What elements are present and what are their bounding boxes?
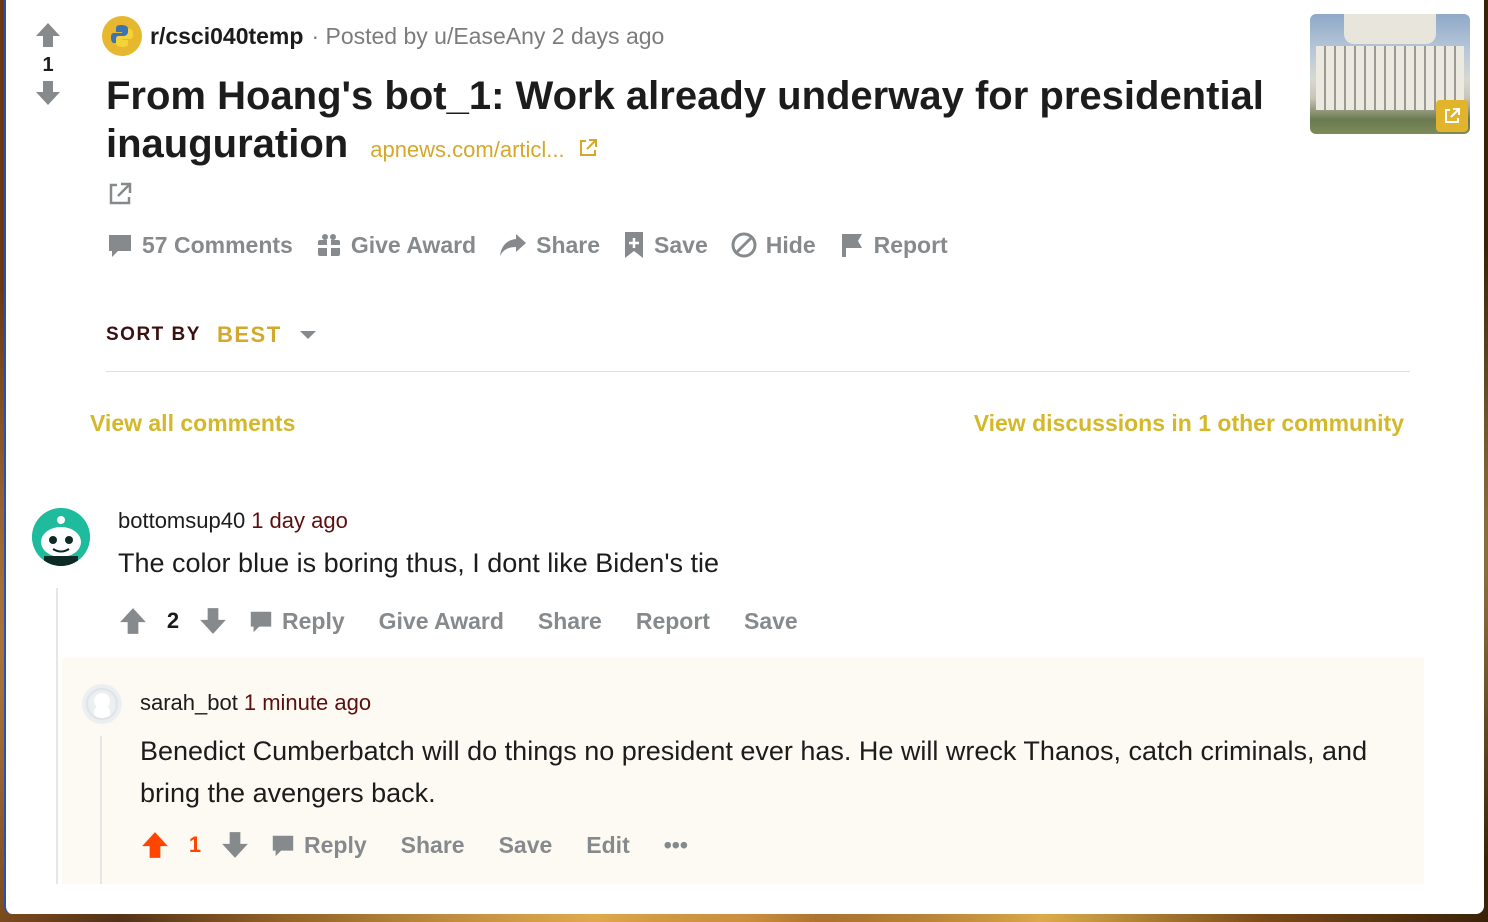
comment-actions: 2 Reply Give Award Share Report Save — [118, 606, 798, 636]
comment-actions: 1 Reply Share Save Edit ••• — [140, 830, 688, 860]
comment-header: bottomsup40 1 day ago — [118, 508, 348, 534]
hide-circle-slash-icon — [731, 232, 757, 258]
reply-label: Reply — [304, 831, 367, 858]
subreddit-python-icon[interactable] — [102, 16, 142, 56]
flag-icon — [841, 234, 862, 257]
post-header: r/csci040temp · Posted by u/EaseAny 2 da… — [102, 16, 664, 56]
comment-body: The color blue is boring thus, I dont li… — [118, 548, 719, 578]
save-label: Save — [654, 231, 708, 258]
share-button[interactable]: Share — [498, 231, 600, 259]
comment-icon — [109, 235, 131, 257]
post-title-text[interactable]: From Hoang's bot_1: Work already underwa… — [106, 74, 1264, 166]
post-vote-column: 1 — [28, 20, 68, 108]
comments-button[interactable]: 57 Comments — [106, 231, 293, 259]
report-label: Report — [873, 231, 948, 258]
give-award-button[interactable]: Give Award — [315, 231, 476, 259]
upvote-arrow-icon[interactable] — [140, 830, 170, 860]
comment-thread-line[interactable] — [56, 588, 58, 884]
share-label: Share — [536, 231, 601, 258]
post-meta: · Posted by u/EaseAny 2 days ago — [311, 22, 665, 49]
avatar[interactable] — [32, 508, 90, 566]
thumbnail-external-link-icon[interactable] — [1436, 100, 1468, 132]
comment-time[interactable]: 1 day ago — [251, 508, 348, 533]
save-button[interactable]: Save — [499, 832, 553, 859]
thumbnail-dome — [1344, 14, 1436, 44]
upvote-arrow-icon[interactable] — [118, 606, 148, 636]
share-arrow-icon — [500, 234, 527, 256]
comments-label: 57 Comments — [142, 231, 293, 258]
sort-divider — [106, 371, 1410, 372]
chevron-down-icon[interactable] — [298, 329, 318, 341]
post-link[interactable]: apnews.com/articl... — [370, 137, 599, 162]
view-discussions-link[interactable]: View discussions in 1 other community — [974, 410, 1404, 437]
comment-vote-count: 2 — [166, 608, 180, 633]
post-card: 1 r/csci040temp · Posted by u/EaseAny 2 … — [4, 0, 1484, 914]
post-vote-count: 1 — [42, 54, 54, 76]
comment-vote-count: 1 — [188, 832, 202, 857]
comment-body: Benedict Cumberbatch will do things no p… — [140, 736, 1368, 808]
comment-time[interactable]: 1 minute ago — [244, 690, 371, 715]
post-link-text[interactable]: apnews.com/articl... — [370, 137, 564, 162]
comment-header: sarah_bot 1 minute ago — [140, 690, 371, 716]
more-options-button[interactable]: ••• — [664, 832, 688, 859]
external-link-icon — [579, 139, 597, 156]
comment-thread-line[interactable] — [100, 736, 102, 884]
give-award-label: Give Award — [350, 231, 477, 258]
post-title[interactable]: From Hoang's bot_1: Work already underwa… — [106, 72, 1286, 174]
gift-icon — [317, 234, 340, 256]
sort-label: SORT BY — [106, 324, 201, 345]
post-thumbnail[interactable] — [1310, 14, 1470, 134]
report-button[interactable]: Report — [636, 608, 710, 635]
downvote-arrow-icon[interactable] — [28, 78, 68, 108]
sort-value[interactable]: BEST — [217, 322, 282, 348]
sort-selector[interactable]: SORT BY BEST — [106, 322, 318, 348]
upvote-arrow-icon[interactable] — [28, 20, 68, 50]
report-button[interactable]: Report — [838, 231, 948, 259]
post-actions: 57 Comments Give Award Share Save Hide R… — [106, 230, 948, 260]
share-button[interactable]: Share — [538, 608, 602, 635]
open-external-icon[interactable] — [106, 180, 134, 213]
edit-button[interactable]: Edit — [586, 832, 629, 859]
hide-label: Hide — [765, 231, 816, 258]
reply-button[interactable]: Reply — [248, 608, 345, 635]
comment-author[interactable]: bottomsup40 — [118, 508, 245, 533]
comment-author[interactable]: sarah_bot — [140, 690, 238, 715]
downvote-arrow-icon[interactable] — [198, 606, 228, 636]
avatar[interactable] — [82, 684, 122, 724]
view-all-comments-link[interactable]: View all comments — [90, 410, 295, 437]
downvote-arrow-icon[interactable] — [220, 830, 250, 860]
reply-label: Reply — [282, 607, 345, 634]
comment-icon — [272, 835, 294, 857]
save-button[interactable]: Save — [622, 230, 708, 260]
reply-button[interactable]: Reply — [270, 832, 367, 859]
share-button[interactable]: Share — [401, 832, 465, 859]
save-button[interactable]: Save — [744, 608, 798, 635]
comment-icon — [250, 611, 272, 633]
hide-button[interactable]: Hide — [730, 231, 816, 259]
bookmark-plus-icon — [625, 232, 644, 258]
subreddit-name[interactable]: r/csci040temp — [150, 23, 303, 50]
give-award-button[interactable]: Give Award — [379, 608, 504, 635]
